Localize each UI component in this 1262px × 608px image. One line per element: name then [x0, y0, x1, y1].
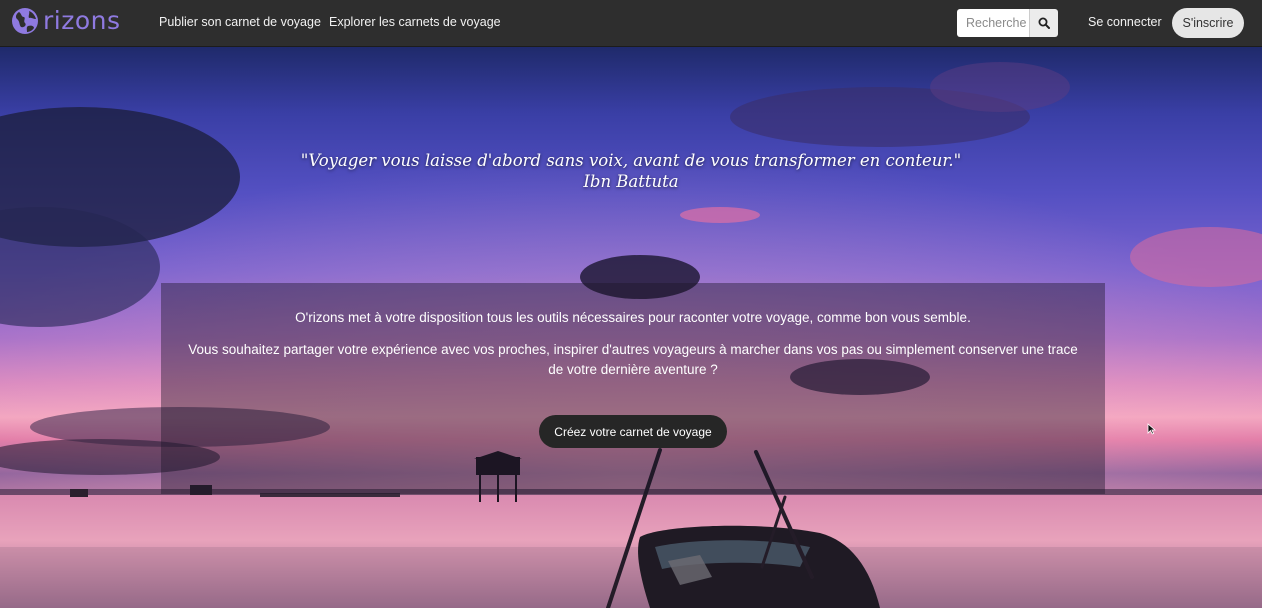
create-travelbook-button[interactable]: Créez votre carnet de voyage [539, 415, 727, 448]
brand-name: rizons [43, 6, 121, 35]
signup-button[interactable]: S'inscrire [1172, 8, 1244, 38]
mouse-cursor-icon [1147, 423, 1156, 435]
intro-paragraph-1: O'rizons met à votre disposition tous le… [295, 310, 971, 325]
intro-paragraph-2: Vous souhaitez partager votre expérience… [188, 342, 1078, 377]
nav-link-publish[interactable]: Publier son carnet de voyage [159, 15, 321, 29]
globe-icon [12, 8, 38, 34]
hero-quote: "Voyager vous laisse d'abord sans voix, … [300, 151, 962, 170]
nav-link-explore[interactable]: Explorer les carnets de voyage [329, 15, 501, 29]
login-link[interactable]: Se connecter [1088, 15, 1162, 29]
search-button[interactable] [1029, 9, 1058, 37]
intro-panel: O'rizons met à votre disposition tous le… [161, 283, 1105, 494]
hero-quote-author: Ibn Battuta [583, 172, 679, 191]
search-form [957, 9, 1058, 37]
search-icon [1038, 17, 1050, 29]
search-input[interactable] [957, 9, 1029, 37]
hero-section: "Voyager vous laisse d'abord sans voix, … [0, 47, 1262, 608]
logo[interactable]: rizons [10, 5, 121, 37]
navbar: rizons Publier son carnet de voyage Expl… [0, 0, 1262, 47]
